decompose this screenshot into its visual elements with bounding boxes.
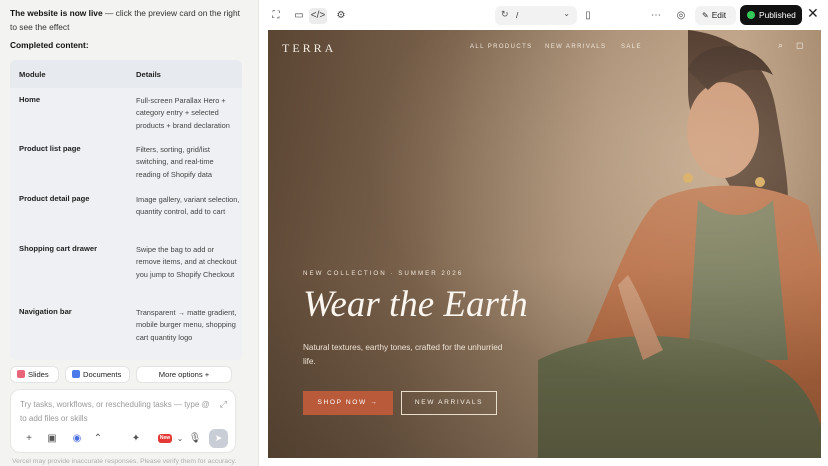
mobile-view-icon[interactable]: ▯ — [580, 8, 596, 24]
chip-label: Slides — [28, 370, 49, 379]
preview-icon[interactable]: ▭ — [291, 8, 307, 24]
details-cell: Full-screen Parallax Hero + category ent… — [136, 96, 230, 130]
preview-panel: ⛶ ▭ </> ⚙ ↻ / ⌄ ▯ ⋯ ◎ ✎ Edit Published ✕ … — [258, 0, 828, 466]
more-options-button[interactable]: More options + — [136, 366, 232, 383]
settings-icon[interactable]: ⚙ — [333, 8, 349, 24]
header-module: Module — [19, 70, 46, 79]
url-bar[interactable]: ↻ / ⌄ — [495, 6, 577, 25]
new-badge: New — [158, 434, 172, 443]
close-icon[interactable]: ✕ — [807, 5, 819, 22]
add-icon[interactable]: + — [22, 432, 36, 446]
chat-panel: The website is now live — click the prev… — [0, 0, 250, 466]
shop-now-button[interactable]: SHOP NOW → — [303, 391, 393, 415]
module-cell: Navigation bar — [19, 307, 72, 316]
microphone-icon[interactable]: 🎙 — [188, 432, 202, 446]
header-details: Details — [136, 70, 161, 79]
details-cell: Swipe the bag to add or remove items, an… — [136, 245, 237, 279]
hero-headline: Wear the Earth — [303, 284, 528, 325]
message-composer[interactable]: Try tasks, workflows, or rescheduling ta… — [10, 389, 236, 453]
chip-label: Documents — [83, 370, 122, 379]
documents-icon — [72, 370, 80, 378]
expand-icon[interactable]: ⤢ — [220, 399, 227, 410]
module-cell: Product detail page — [19, 194, 90, 203]
code-icon[interactable]: </> — [309, 8, 327, 24]
nav-sale[interactable]: SALE — [621, 44, 642, 50]
chip-documents[interactable]: Documents — [65, 366, 130, 383]
url-path: / — [516, 10, 519, 20]
modules-table: Module Details Home Full-screen Parallax… — [10, 60, 242, 360]
nav-all-products[interactable]: ALL PRODUCTS — [470, 44, 533, 50]
cart-icon[interactable]: ◻ — [796, 40, 803, 51]
module-cell: Product list page — [19, 144, 81, 153]
chip-slides[interactable]: Slides — [10, 366, 59, 383]
details-cell: Filters, sorting, grid/list switching, a… — [136, 145, 214, 179]
chevron-down-icon[interactable]: ⌄ — [563, 9, 570, 18]
published-button[interactable]: Published — [740, 5, 802, 25]
model-icon[interactable]: ◉ — [70, 432, 84, 446]
hero-eyebrow: NEW COLLECTION · SUMMER 2026 — [303, 270, 464, 277]
details-cell: Image gallery, variant selection, quanti… — [136, 195, 240, 217]
more-icon[interactable]: ⋯ — [648, 8, 664, 24]
edit-icon: ✎ — [702, 11, 709, 20]
nav-new-arrivals[interactable]: NEW ARRIVALS — [545, 44, 606, 50]
chevron-down-icon[interactable]: ⌄ — [173, 432, 187, 446]
intro-bold: The website is now live — [10, 8, 103, 18]
chevron-up-icon[interactable]: ⌃ — [91, 432, 105, 446]
slides-icon — [17, 370, 25, 378]
details-cell: Transparent → matte gradient, mobile bur… — [136, 308, 237, 342]
edit-label: Edit — [711, 10, 727, 20]
hero-subtitle: Natural textures, earthy tones, crafted … — [303, 343, 503, 366]
edit-button[interactable]: ✎ Edit — [695, 6, 736, 25]
composer-placeholder: Try tasks, workflows, or rescheduling ta… — [20, 400, 210, 423]
footnote: Vercel may provide inaccurate responses.… — [12, 458, 237, 465]
completed-title: Completed content: — [10, 40, 89, 50]
table-header: Module Details — [10, 60, 242, 88]
assistant-message: The website is now live — click the prev… — [10, 7, 246, 34]
fullscreen-icon[interactable]: ⛶ — [268, 8, 284, 24]
site-logo[interactable]: TERRA — [282, 41, 336, 56]
deploy-icon[interactable]: ◎ — [673, 8, 689, 24]
sparkle-icon[interactable]: ✦ — [129, 432, 143, 446]
module-cell: Home — [19, 95, 41, 104]
site-hero-preview[interactable]: TERRA ALL PRODUCTS NEW ARRIVALS SALE ⌕ ◻… — [268, 30, 821, 458]
published-label: Published — [759, 10, 796, 20]
module-cell: Shopping cart drawer — [19, 244, 98, 253]
search-icon[interactable]: ⌕ — [778, 40, 783, 51]
refresh-icon[interactable]: ↻ — [501, 9, 509, 20]
attachment-icon[interactable]: ▣ — [45, 432, 59, 446]
new-arrivals-button[interactable]: NEW ARRIVALS — [401, 391, 497, 415]
check-icon — [747, 11, 755, 19]
send-button[interactable]: ➤ — [209, 429, 228, 448]
